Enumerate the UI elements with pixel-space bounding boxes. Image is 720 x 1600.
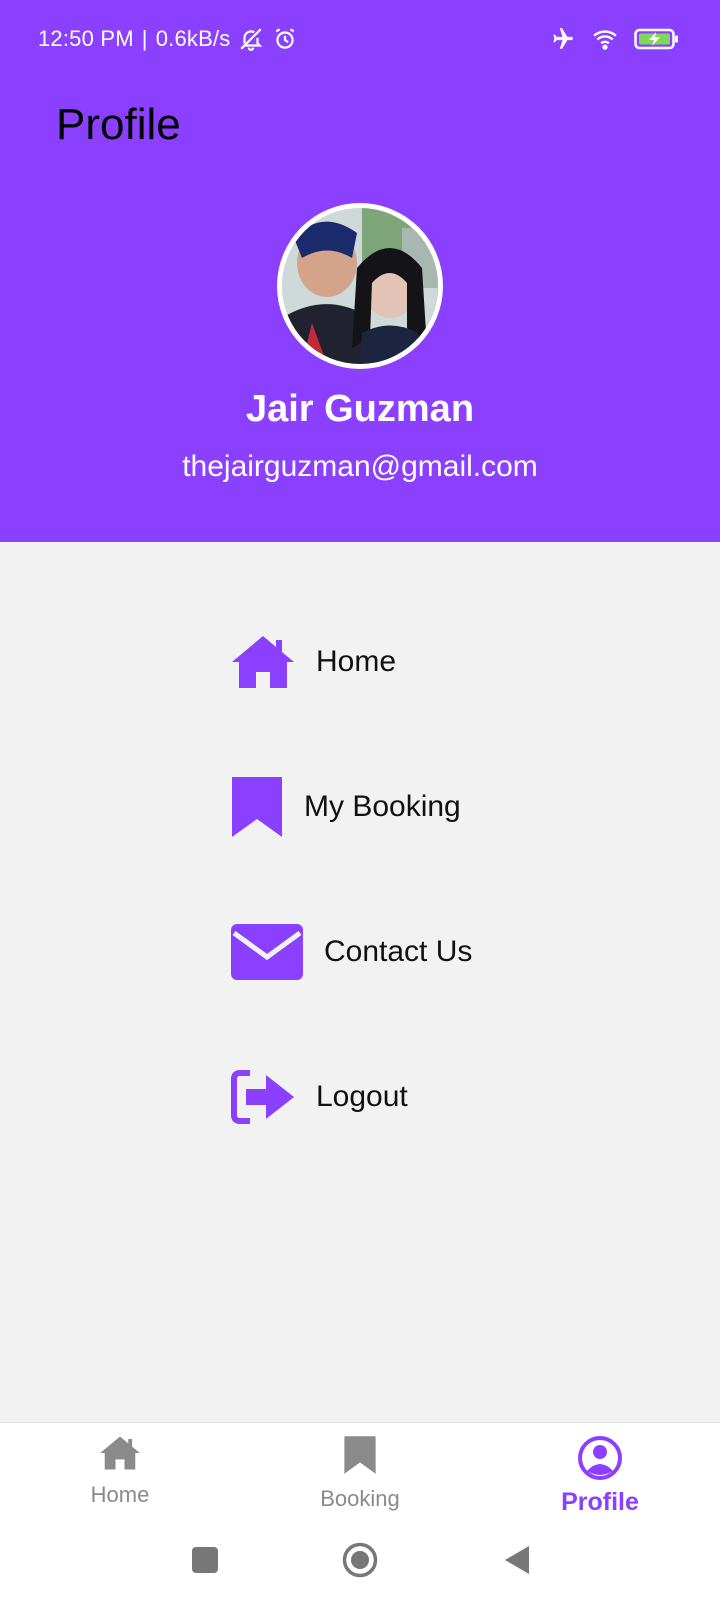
menu-item-label: Home	[316, 645, 397, 678]
page-title: Profile	[56, 100, 181, 149]
home-button[interactable]	[342, 1542, 378, 1583]
nav-tab-label: Booking	[320, 1486, 400, 1511]
menu-item-contact-us[interactable]: Contact Us	[230, 917, 472, 987]
home-icon	[99, 1435, 141, 1476]
status-network-speed: 0.6kB/s	[155, 26, 231, 51]
home-icon	[230, 634, 296, 690]
avatar-photo	[282, 208, 438, 364]
nav-tab-home[interactable]: Home	[30, 1435, 210, 1508]
menu-item-label: Contact Us	[324, 935, 473, 968]
user-email: thejairguzman@gmail.com	[182, 450, 538, 483]
back-button[interactable]	[503, 1544, 531, 1581]
nav-tab-booking[interactable]: Booking	[270, 1435, 450, 1512]
user-circle-icon	[577, 1435, 623, 1486]
airplane-icon	[548, 26, 576, 57]
profile-header: 12:50 PM | 0.6kB/s Profile Jair Guzman t…	[0, 0, 720, 542]
status-bar: 12:50 PM | 0.6kB/s	[0, 0, 720, 80]
menu-item-label: My Booking	[304, 790, 461, 823]
mute-notifications-icon	[238, 26, 264, 52]
bottom-nav: Home Booking Profile	[0, 1422, 720, 1522]
logout-icon	[230, 1069, 296, 1125]
nav-tab-label: Home	[90, 1482, 150, 1507]
menu-item-logout[interactable]: Logout	[230, 1062, 408, 1132]
status-left: 12:50 PM | 0.6kB/s	[38, 26, 298, 52]
profile-screen: 12:50 PM | 0.6kB/s Profile Jair Guzman t…	[0, 0, 720, 1600]
status-time: 12:50 PM	[38, 26, 134, 51]
battery-charging-icon	[634, 27, 680, 56]
alarm-icon	[272, 26, 298, 52]
bookmark-icon	[343, 1435, 377, 1480]
nav-tab-profile[interactable]: Profile	[510, 1435, 690, 1517]
nav-tab-label: Profile	[561, 1488, 639, 1516]
user-name: Jair Guzman	[245, 388, 475, 430]
avatar[interactable]	[277, 203, 443, 369]
menu-item-my-booking[interactable]: My Booking	[230, 772, 461, 842]
system-nav-bar	[0, 1522, 720, 1600]
menu-item-home[interactable]: Home	[230, 627, 396, 697]
recents-button[interactable]	[191, 1546, 219, 1579]
wifi-icon	[590, 26, 620, 57]
envelope-icon	[230, 923, 304, 981]
status-right	[548, 26, 680, 57]
bookmark-icon	[230, 775, 284, 839]
menu-item-label: Logout	[316, 1080, 408, 1113]
status-separator: |	[141, 26, 148, 51]
